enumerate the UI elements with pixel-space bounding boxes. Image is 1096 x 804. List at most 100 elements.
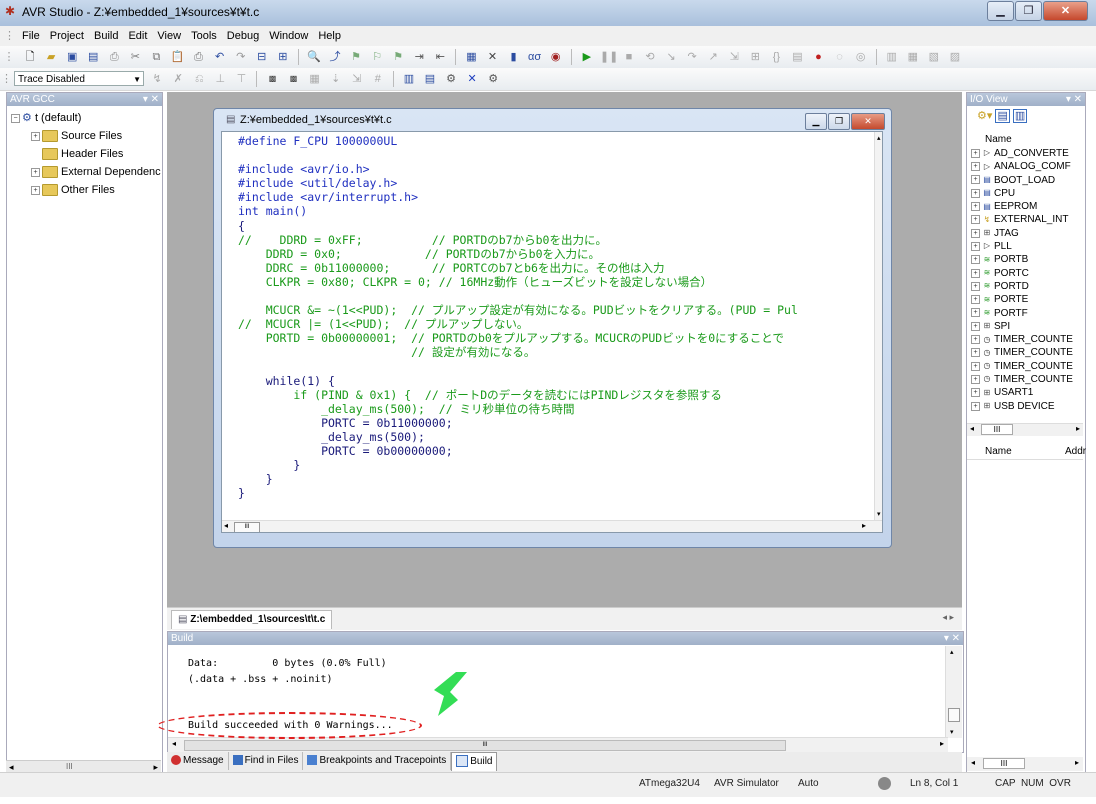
menu-tools[interactable]: Tools [186, 27, 222, 45]
panel-controls-icon[interactable]: ▾ ✕ [143, 93, 159, 106]
scroll-thumb[interactable]: III [983, 758, 1025, 769]
print-preview-icon[interactable]: ⎙ [191, 49, 207, 65]
step-over-icon[interactable]: ↷ [684, 49, 700, 65]
panel-controls-icon[interactable]: ▾ ✕ [944, 632, 960, 645]
panel-controls-icon[interactable]: ▾ ✕ [1066, 93, 1082, 106]
editor-close-button[interactable]: ✕ [851, 113, 885, 130]
io-item[interactable]: + ▷ ANALOG_COMF [971, 160, 1073, 173]
scroll-up-icon[interactable]: ▴ [877, 134, 881, 142]
io-item[interactable]: + ◷ TIMER_COUNTE [971, 333, 1073, 346]
find-icon[interactable]: 🔍 [306, 49, 322, 65]
io-item[interactable]: + ≋ PORTE [971, 293, 1073, 306]
io-item[interactable]: + ⊞ USART1 [971, 386, 1073, 399]
code-line[interactable]: while(1) { [238, 374, 335, 388]
expand-icon[interactable]: + [971, 241, 980, 251]
trace-down-icon[interactable]: ⊥ [212, 71, 228, 87]
io-item[interactable]: + ↯ EXTERNAL_INT [971, 213, 1073, 226]
maximize-button[interactable]: ❐ [1015, 1, 1042, 21]
io-item[interactable]: + ▤ BOOT_LOAD [971, 174, 1073, 187]
redo-icon[interactable]: ↷ [233, 49, 249, 65]
trace-grid-icon[interactable]: ▦ [307, 71, 323, 87]
step-out-icon[interactable]: ↗ [705, 49, 721, 65]
print-icon[interactable]: ⎙ [106, 49, 122, 65]
expand-icon[interactable]: + [971, 321, 980, 331]
io-detail-column-name[interactable]: Name [985, 446, 1012, 457]
undo-icon[interactable]: ↶ [212, 49, 228, 65]
code-line[interactable]: if (PIND & 0x1) { // ポートDのデータを読むにはPINDレジ… [238, 388, 721, 402]
scroll-right-icon[interactable]: ▸ [1076, 424, 1080, 433]
code-line[interactable]: } [238, 472, 273, 486]
clean-icon[interactable]: ασ [527, 49, 543, 65]
code-line[interactable]: } [238, 458, 300, 472]
expand-icon[interactable]: + [31, 131, 40, 141]
expand-icon[interactable]: + [971, 335, 980, 345]
trace-delete-icon[interactable]: ✕ [464, 71, 480, 87]
bookmark-icon[interactable]: ⚑ [348, 49, 364, 65]
editor-horizontal-scrollbar[interactable]: ◂ III ▸ [222, 520, 882, 532]
scroll-up-icon[interactable]: ▴ [950, 648, 954, 656]
expand-icon[interactable]: + [971, 281, 980, 291]
trace-find-icon[interactable]: ⇲ [349, 71, 365, 87]
tab-build[interactable]: Build [451, 752, 498, 771]
cut-icon[interactable]: ✂ [127, 49, 143, 65]
menu-build[interactable]: Build [89, 27, 123, 45]
menu-project[interactable]: Project [45, 27, 89, 45]
expand-icon[interactable]: + [971, 162, 980, 172]
con-icon[interactable]: ▩ [265, 71, 281, 87]
expand-icon[interactable]: + [971, 295, 980, 305]
expand-icon[interactable]: + [971, 202, 980, 212]
io-item[interactable]: + ⊞ JTAG [971, 227, 1073, 240]
build-horizontal-scrollbar[interactable]: ◂ III ▸ [168, 737, 948, 752]
io-item[interactable]: + ≋ PORTC [971, 267, 1073, 280]
run-icon[interactable]: ▶ [579, 49, 595, 65]
code-line[interactable]: } [238, 486, 245, 500]
scroll-left-icon[interactable]: ◂ [172, 739, 176, 748]
scroll-left-icon[interactable]: ◂ [970, 424, 974, 433]
quickwatch-icon[interactable]: ◎ [853, 49, 869, 65]
trace-nums-icon[interactable]: # [370, 71, 386, 87]
step-into-icon[interactable]: ↘ [663, 49, 679, 65]
view-io-icon[interactable]: ▧ [926, 49, 942, 65]
expand-icon[interactable]: + [971, 188, 980, 198]
indent-icon[interactable]: ⇥ [411, 49, 427, 65]
outdent-icon[interactable]: ⇤ [432, 49, 448, 65]
code-line[interactable]: #include <avr/interrupt.h> [238, 190, 418, 204]
scroll-thumb[interactable]: III [234, 522, 260, 532]
breakpoint-icon[interactable]: ● [811, 49, 827, 65]
expand-icon[interactable]: + [971, 228, 980, 238]
trace-filter2-icon[interactable]: ⇣ [328, 71, 344, 87]
expand-icon[interactable]: + [971, 268, 980, 278]
tree-item-source-files[interactable]: + Source Files [11, 127, 161, 145]
expand-icon[interactable]: + [31, 167, 40, 177]
io-detail-view-icon[interactable]: ▥ [1012, 109, 1028, 123]
io-list-view-icon[interactable]: ▤ [995, 109, 1010, 123]
code-editor[interactable]: #define F_CPU 1000000UL #include <avr/io… [221, 131, 883, 533]
io-item[interactable]: + ▤ CPU [971, 187, 1073, 200]
find-replace-icon[interactable]: ⤴ [327, 49, 343, 65]
open-folder-icon[interactable]: ▰ [43, 49, 59, 65]
copy-icon[interactable]: ⧉ [148, 49, 164, 65]
debug-start-icon[interactable]: ◉ [548, 49, 564, 65]
code-line[interactable]: #include <util/delay.h> [238, 176, 397, 190]
code-line[interactable]: _delay_ms(500); [238, 430, 425, 444]
expand-icon[interactable]: + [971, 348, 980, 358]
dis-icon[interactable]: ▩ [286, 71, 302, 87]
tab-scroll-icons[interactable]: ◂ ▸ [942, 612, 954, 623]
expand-icon[interactable]: + [971, 308, 980, 318]
tree-root[interactable]: − ⚙ t (default) [11, 109, 161, 127]
trace-mark-icon[interactable]: ⎌ [191, 71, 207, 87]
menu-window[interactable]: Window [264, 27, 313, 45]
io-item[interactable]: + ≋ PORTB [971, 253, 1073, 266]
code-line[interactable]: DDRD = 0x0; // PORTDのb7からb0を入力に。 [238, 247, 600, 261]
trace-select[interactable]: Trace Disabled ▼ [14, 71, 144, 86]
window-icon[interactable]: ⊟ [254, 49, 270, 65]
trace-window-icon[interactable]: ▥ [401, 71, 417, 87]
io-detail-column-addr[interactable]: Addr [1065, 446, 1086, 457]
scroll-thumb[interactable]: III [66, 762, 73, 771]
tree-item-external-dependencies[interactable]: + External Dependenc [11, 163, 161, 181]
code-line[interactable]: PORTC = 0b11000000; [238, 416, 453, 430]
expand-icon[interactable]: + [971, 215, 980, 225]
trace-filter-icon[interactable]: ↯ [149, 71, 165, 87]
trace-config-icon[interactable]: ⚙ [485, 71, 501, 87]
save-all-icon[interactable]: ▤ [85, 49, 101, 65]
